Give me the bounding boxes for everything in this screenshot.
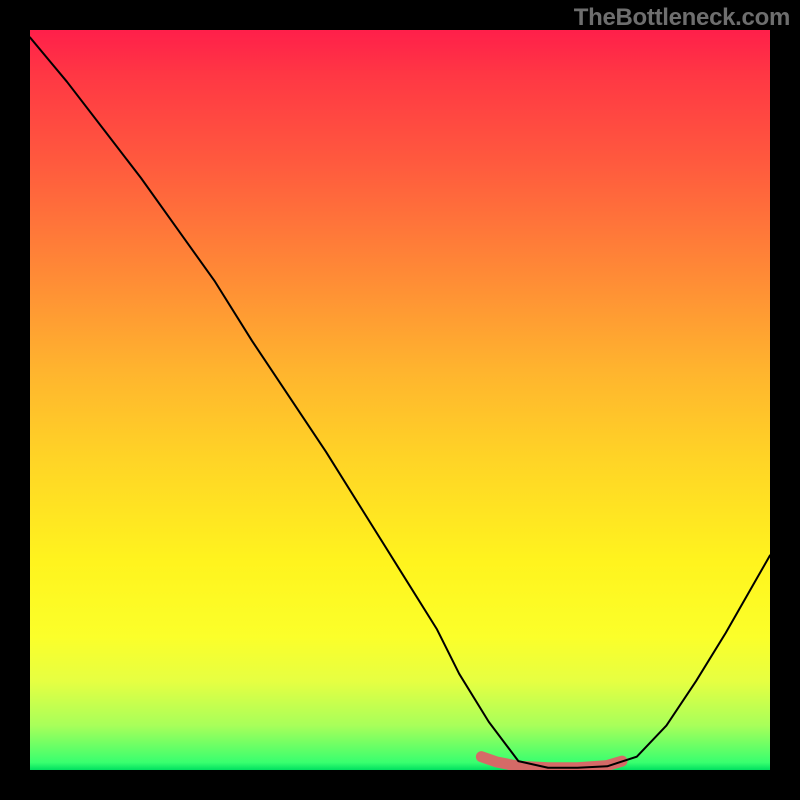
chart-overlay xyxy=(30,30,770,770)
watermark: TheBottleneck.com xyxy=(574,4,790,32)
bottleneck-curve-path xyxy=(30,37,770,767)
chart-frame: TheBottleneck.com xyxy=(0,0,800,800)
